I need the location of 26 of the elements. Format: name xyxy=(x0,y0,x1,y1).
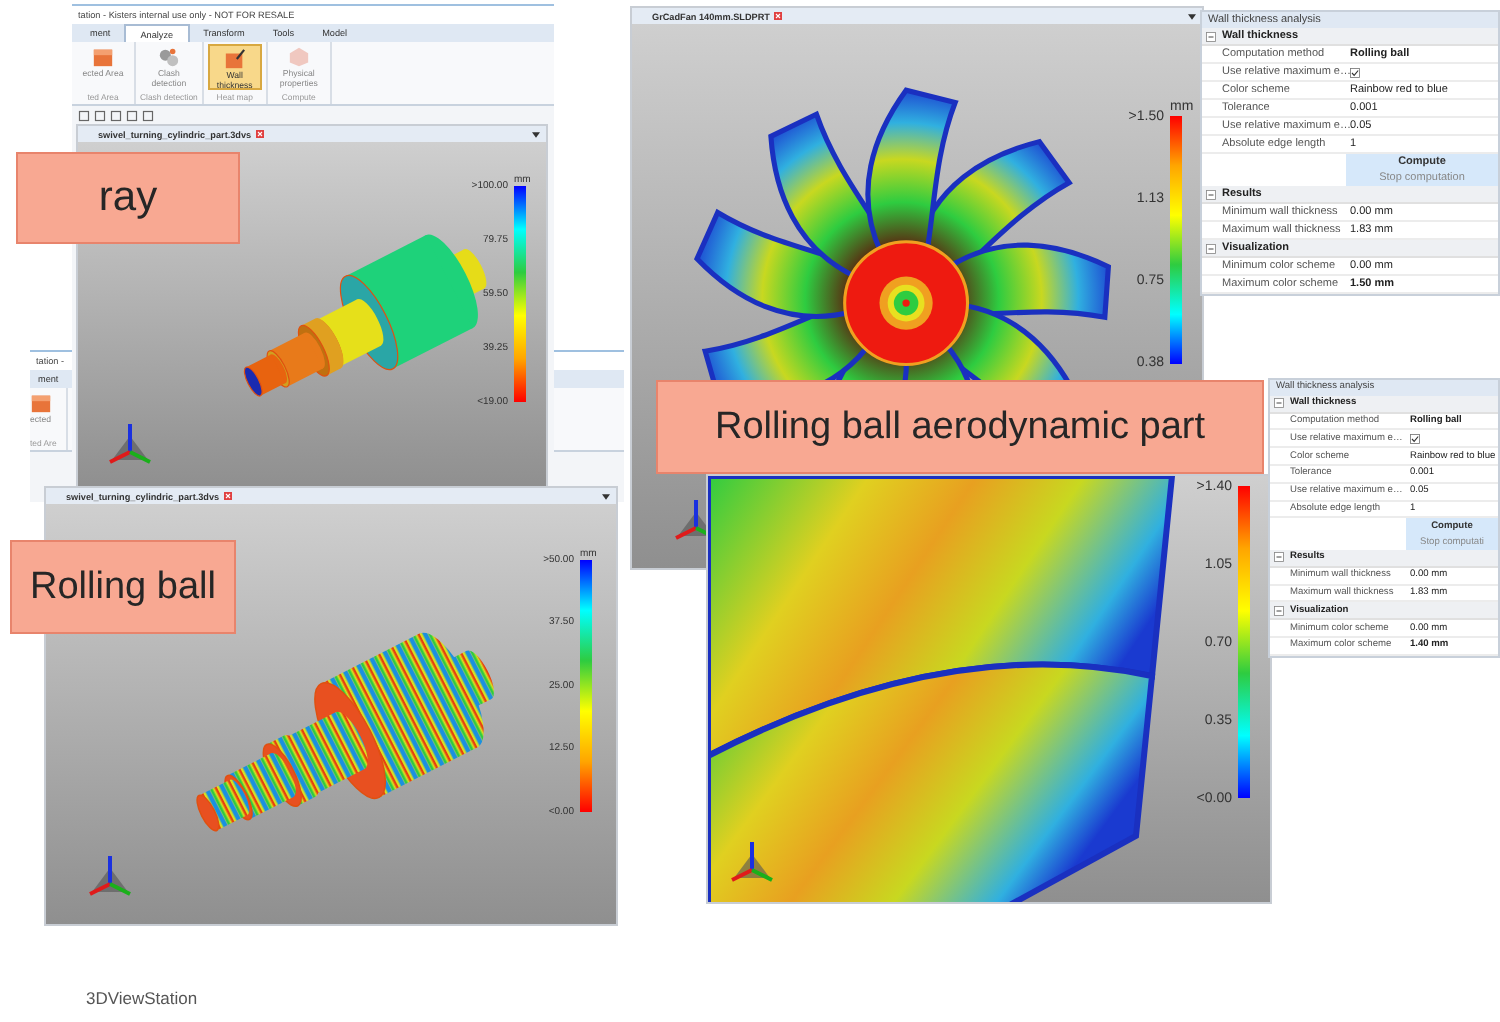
axis-triad-icon xyxy=(728,838,776,886)
caret-icon[interactable] xyxy=(532,131,540,137)
callout-label: Rolling ball xyxy=(10,540,236,634)
caret-icon[interactable] xyxy=(1188,13,1196,19)
cube-icon xyxy=(92,46,114,68)
close-icon[interactable] xyxy=(223,492,232,500)
axis-triad-icon xyxy=(86,852,134,900)
checkbox[interactable] xyxy=(1410,433,1420,444)
expander-icon[interactable] xyxy=(1206,189,1216,199)
axis-triad-icon xyxy=(106,420,154,468)
expander-icon[interactable] xyxy=(1206,31,1216,41)
expander-icon[interactable] xyxy=(1274,605,1284,616)
close-icon[interactable] xyxy=(255,130,264,138)
caret-icon[interactable] xyxy=(602,493,610,499)
cube-icon xyxy=(30,392,52,414)
gears-icon xyxy=(157,46,180,68)
close-icon[interactable] xyxy=(773,12,782,20)
checkbox[interactable] xyxy=(1350,67,1360,77)
expander-icon[interactable] xyxy=(1274,398,1284,409)
cube-icon xyxy=(287,46,310,68)
cube-icon xyxy=(223,48,246,70)
callout-label: ray xyxy=(16,152,240,244)
expander-icon[interactable] xyxy=(1274,552,1284,563)
callout-label: Rolling ball aerodynamic part xyxy=(656,380,1264,474)
expander-icon[interactable] xyxy=(1206,243,1216,253)
footer-text: 3DViewStation xyxy=(86,988,198,1008)
